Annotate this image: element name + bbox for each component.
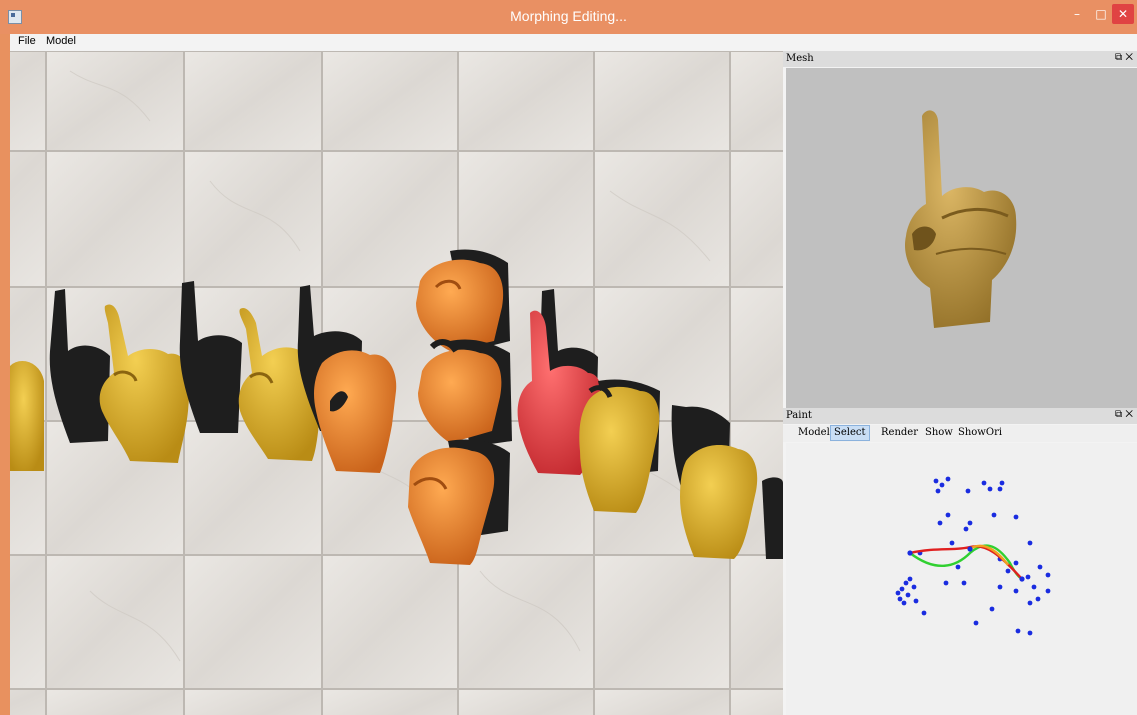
- maximize-button[interactable]: □: [1090, 4, 1112, 24]
- float-icon[interactable]: ⧉: [1115, 409, 1122, 420]
- tab-showori[interactable]: ShowOri: [955, 426, 1005, 440]
- close-icon[interactable]: ✕: [1125, 52, 1133, 63]
- menu-model[interactable]: Model: [46, 35, 76, 47]
- point-cloud-plot: [895, 476, 1051, 636]
- menu-bar: File Model: [10, 34, 1137, 51]
- paint-canvas[interactable]: [786, 443, 1137, 715]
- morph-curves: [909, 544, 1023, 581]
- close-icon: ✕: [1117, 7, 1129, 21]
- maximize-icon: □: [1095, 7, 1107, 21]
- mesh-view[interactable]: [786, 68, 1137, 408]
- minimize-icon: –: [1074, 7, 1080, 21]
- tab-select[interactable]: Select: [830, 425, 870, 441]
- app-window: Morphing Editing... – □ ✕ File Model Mes…: [0, 0, 1137, 715]
- blue-points: [895, 476, 1051, 636]
- tab-show[interactable]: Show: [922, 426, 956, 440]
- mesh-panel-header: Mesh ⧉ ✕: [783, 51, 1137, 67]
- paint-panel-title: Paint: [786, 410, 812, 421]
- right-dock: Mesh ⧉ ✕ Paint ⧉ ✕ Model Select Render S…: [783, 51, 1137, 715]
- float-icon[interactable]: ⧉: [1115, 52, 1122, 63]
- scene-canvas: [10, 51, 783, 715]
- paint-panel-header: Paint ⧉ ✕: [783, 408, 1137, 424]
- morphing-3d-viewport[interactable]: [10, 51, 783, 715]
- tab-render[interactable]: Render: [878, 426, 921, 440]
- hand-0: [10, 361, 44, 471]
- close-button[interactable]: ✕: [1112, 4, 1134, 24]
- paint-toolbar: Model Select Render Show ShowOri: [783, 425, 1137, 442]
- title-bar[interactable]: Morphing Editing... – □ ✕: [0, 0, 1137, 34]
- menu-file[interactable]: File: [18, 35, 36, 47]
- window-title: Morphing Editing...: [510, 8, 627, 24]
- close-icon[interactable]: ✕: [1125, 409, 1133, 420]
- mesh-hand-render: [905, 110, 1017, 328]
- minimize-button[interactable]: –: [1066, 4, 1088, 24]
- mesh-panel-title: Mesh: [786, 53, 814, 64]
- tab-model[interactable]: Model: [795, 426, 833, 440]
